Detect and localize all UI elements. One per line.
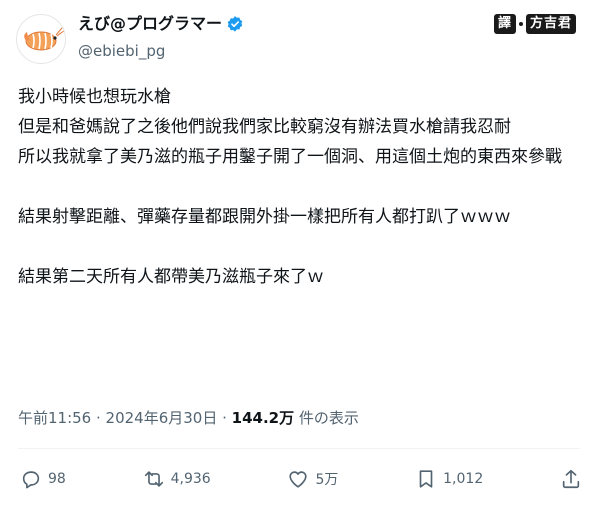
bookmark-button[interactable]: 1,012 — [415, 468, 483, 490]
reply-count: 98 — [48, 471, 66, 487]
translator-watermark: 譯 方吉君 — [493, 14, 576, 34]
user-avatar[interactable] — [16, 14, 66, 64]
share-button[interactable] — [560, 468, 582, 490]
views-label: 件の表示 — [294, 409, 359, 427]
reply-icon — [22, 471, 40, 489]
tweet-meta: 午前11:56 · 2024年6月30日 · 144.2万 件の表示 — [18, 408, 359, 428]
retweet-count: 4,936 — [170, 471, 211, 487]
meta-separator: · — [91, 409, 106, 427]
action-bar: 98 4,936 5万 1,012 — [20, 468, 582, 490]
watermark-name: 方吉君 — [525, 14, 576, 34]
tweet-date[interactable]: 2024年6月30日 — [106, 409, 218, 427]
display-name[interactable]: えび@プログラマー — [78, 13, 222, 35]
reply-button[interactable]: 98 — [20, 468, 66, 490]
divider — [18, 448, 580, 449]
heart-icon — [289, 471, 308, 488]
tweet-text: 我小時候也想玩水槍 但是和爸媽說了之後他們說我們家比較窮沒有辦法買水槍請我忍耐 … — [18, 87, 562, 287]
share-icon — [562, 469, 580, 489]
view-count: 144.2万 — [231, 409, 295, 427]
like-button[interactable]: 5万 — [287, 468, 338, 490]
shrimp-avatar-icon — [24, 26, 65, 51]
retweet-icon — [144, 471, 163, 487]
like-count: 5万 — [315, 472, 339, 488]
tweet-time[interactable]: 午前11:56 — [18, 409, 91, 427]
watermark-label: 譯 — [493, 14, 516, 34]
user-handle[interactable]: @ebiebi_pg — [78, 41, 244, 61]
user-info: えび@プログラマー @ebiebi_pg — [78, 12, 244, 61]
watermark-dot — [518, 22, 523, 26]
bookmark-count: 1,012 — [443, 471, 484, 487]
bookmark-icon — [419, 470, 433, 488]
verified-badge-icon — [226, 15, 244, 33]
retweet-button[interactable]: 4,936 — [143, 468, 211, 490]
meta-separator: · — [217, 409, 232, 427]
